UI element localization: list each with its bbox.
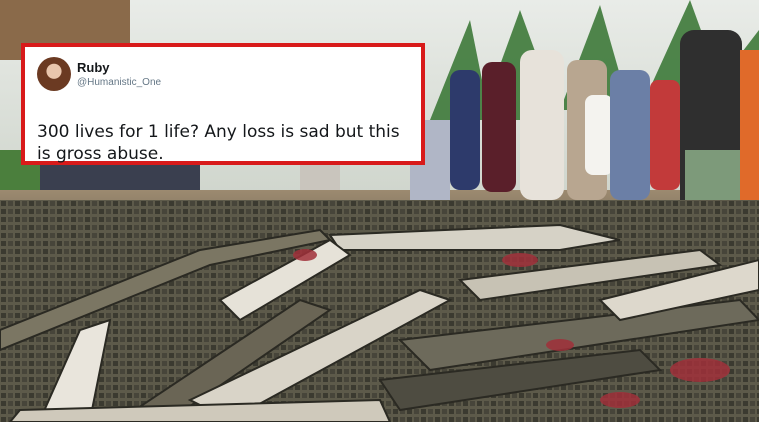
avatar[interactable]: [37, 57, 71, 91]
tweet-card: Ruby @Humanistic_One 300 lives for 1 lif…: [21, 43, 425, 165]
tweet-author-handle[interactable]: @Humanistic_One: [77, 77, 161, 88]
tweet-author-name[interactable]: Ruby: [77, 60, 110, 75]
tweet-text: 300 lives for 1 life? Any loss is sad bu…: [37, 122, 400, 164]
